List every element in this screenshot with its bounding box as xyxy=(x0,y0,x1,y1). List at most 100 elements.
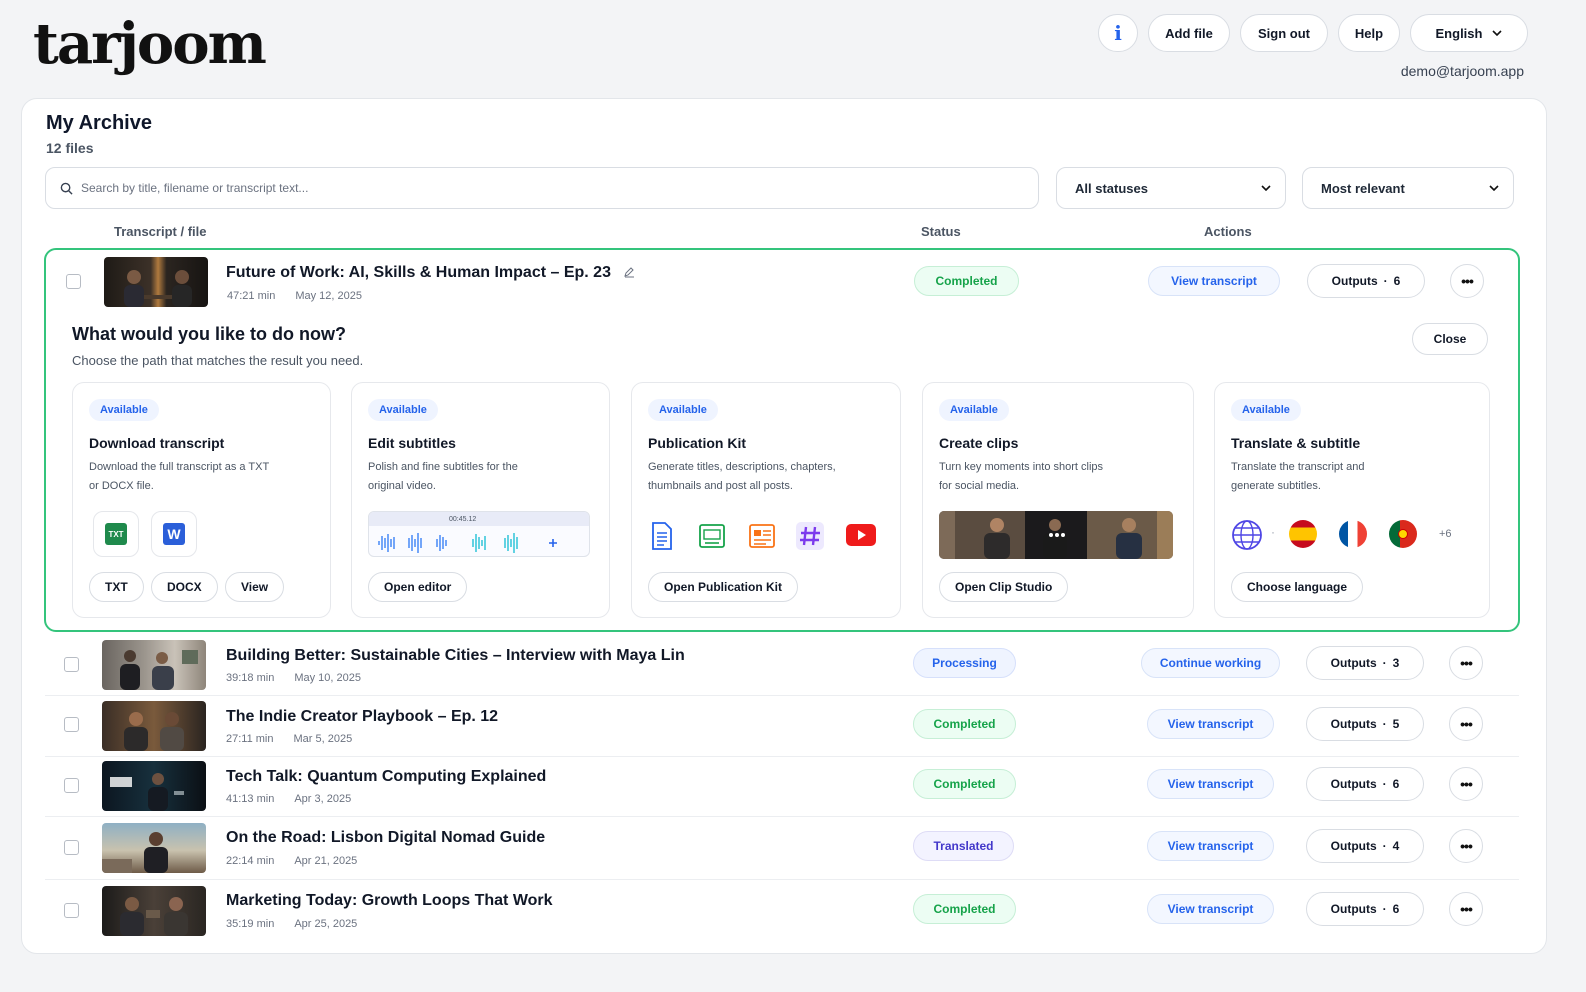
row-title[interactable]: On the Road: Lisbon Digital Nomad Guide xyxy=(226,829,545,847)
edit-pencil-icon[interactable] xyxy=(623,266,635,278)
globe-icon xyxy=(1232,520,1262,550)
download-txt-button[interactable]: TXT xyxy=(89,572,144,602)
row-title[interactable]: Marketing Today: Growth Loops That Work xyxy=(226,892,553,910)
video-thumbnail[interactable] xyxy=(102,823,206,873)
row-checkbox[interactable] xyxy=(64,903,79,918)
availability-badge: Available xyxy=(368,399,438,421)
row-duration: 27:11 min xyxy=(226,733,274,745)
view-transcript-option-button[interactable]: View xyxy=(225,572,285,602)
open-editor-button[interactable]: Open editor xyxy=(368,572,468,602)
outputs-button[interactable]: Outputs · 4 xyxy=(1306,829,1424,863)
row-checkbox[interactable] xyxy=(64,840,79,855)
outputs-button[interactable]: Outputs · 6 xyxy=(1307,264,1425,298)
chevron-down-icon xyxy=(1492,30,1503,36)
option-title: Edit subtitles xyxy=(368,435,456,451)
row-date: May 12, 2025 xyxy=(295,290,362,302)
choose-language-button[interactable]: Choose language xyxy=(1231,572,1364,602)
row-meta: 47:21 min May 12, 2025 xyxy=(227,290,362,302)
status-badge: Completed xyxy=(913,769,1016,799)
more-options-button[interactable]: ••• xyxy=(1449,707,1483,741)
archive-card: My Archive 12 files All statuses Most re… xyxy=(21,98,1547,954)
outputs-button[interactable]: Outputs · 5 xyxy=(1306,707,1424,741)
row-title[interactable]: Tech Talk: Quantum Computing Explained xyxy=(226,768,546,786)
view-transcript-button[interactable]: View transcript xyxy=(1147,769,1274,799)
view-transcript-button[interactable]: View transcript xyxy=(1147,894,1274,924)
user-email: demo@tarjoom.app xyxy=(1400,63,1524,79)
outputs-label: Outputs xyxy=(1330,656,1377,670)
open-publication-kit-button[interactable]: Open Publication Kit xyxy=(648,572,799,602)
row-meta: 22:14 min Apr 21, 2025 xyxy=(226,855,357,867)
video-thumbnail[interactable] xyxy=(102,701,206,751)
availability-badge: Available xyxy=(1231,399,1301,421)
search-icon xyxy=(60,182,73,195)
availability-badge: Available xyxy=(939,399,1009,421)
outputs-count: 4 xyxy=(1392,839,1400,853)
top-bar: i Add file Sign out Help English xyxy=(1098,14,1528,52)
close-panel-button[interactable]: Close xyxy=(1412,323,1488,355)
hashtag-icon xyxy=(796,522,824,550)
more-options-button[interactable]: ••• xyxy=(1449,829,1483,863)
video-thumbnail[interactable] xyxy=(102,640,206,690)
view-transcript-button[interactable]: View transcript xyxy=(1147,709,1274,739)
video-thumbnail[interactable] xyxy=(102,886,206,936)
outputs-button[interactable]: Outputs · 6 xyxy=(1306,892,1424,926)
sign-out-button[interactable]: Sign out xyxy=(1240,14,1328,52)
sort-select[interactable]: Most relevant xyxy=(1302,167,1514,209)
availability-badge: Available xyxy=(89,399,159,421)
video-thumbnail[interactable] xyxy=(102,761,206,811)
outputs-button[interactable]: Outputs · 3 xyxy=(1306,646,1424,680)
status-badge: Translated xyxy=(913,831,1014,861)
row-title[interactable]: Future of Work: AI, Skills & Human Impac… xyxy=(226,264,611,282)
status-badge: Completed xyxy=(914,266,1019,296)
option-download-transcript: Available Download transcript Download t… xyxy=(72,382,331,618)
row-title[interactable]: The Indie Creator Playbook – Ep. 12 xyxy=(226,708,498,726)
row-checkbox[interactable] xyxy=(64,657,79,672)
view-transcript-button[interactable]: View transcript xyxy=(1148,266,1280,296)
search-input[interactable] xyxy=(81,181,981,195)
add-file-button[interactable]: Add file xyxy=(1148,14,1230,52)
separator-dot: · xyxy=(1382,656,1387,670)
outputs-count: 5 xyxy=(1392,717,1400,731)
row-meta: 27:11 min Mar 5, 2025 xyxy=(226,733,352,745)
more-options-button[interactable]: ••• xyxy=(1449,767,1483,801)
search-box[interactable] xyxy=(45,167,1039,209)
table-row: Tech Talk: Quantum Computing Explained 4… xyxy=(45,758,1519,814)
status-filter-label: All statuses xyxy=(1075,180,1148,196)
more-options-button[interactable]: ••• xyxy=(1449,646,1483,680)
row-checkbox[interactable] xyxy=(64,778,79,793)
video-thumbnail[interactable] xyxy=(104,257,208,307)
outputs-label: Outputs xyxy=(1330,839,1377,853)
more-languages-count[interactable]: +6 xyxy=(1439,528,1452,540)
info-button[interactable]: i xyxy=(1098,14,1138,52)
status-filter-select[interactable]: All statuses xyxy=(1056,167,1286,209)
option-edit-subtitles: Available Edit subtitles Polish and fine… xyxy=(351,382,610,618)
continue-working-button[interactable]: Continue working xyxy=(1141,648,1280,678)
row-checkbox[interactable] xyxy=(66,274,81,289)
help-button[interactable]: Help xyxy=(1338,14,1400,52)
more-options-button[interactable]: ••• xyxy=(1449,892,1483,926)
row-duration: 39:18 min xyxy=(226,672,275,684)
spain-flag-icon xyxy=(1289,520,1317,548)
tarjoom-logo[interactable]: tarjoom xyxy=(33,8,267,80)
option-publication-kit: Available Publication Kit Generate title… xyxy=(631,382,901,618)
row-meta: 39:18 min May 10, 2025 xyxy=(226,672,361,684)
waveform-icon xyxy=(378,533,557,553)
open-clip-studio-button[interactable]: Open Clip Studio xyxy=(939,572,1069,602)
option-description: Turn key moments into short clips for soc… xyxy=(939,461,1104,492)
outputs-button[interactable]: Outputs · 6 xyxy=(1306,767,1424,801)
france-flag-icon xyxy=(1339,520,1367,548)
download-docx-button[interactable]: DOCX xyxy=(151,572,218,602)
view-transcript-button[interactable]: View transcript xyxy=(1147,831,1274,861)
language-select[interactable]: English xyxy=(1410,14,1528,52)
availability-badge: Available xyxy=(648,399,718,421)
row-divider xyxy=(45,816,1519,817)
outputs-label: Outputs xyxy=(1330,902,1377,916)
row-title[interactable]: Building Better: Sustainable Cities – In… xyxy=(226,647,685,665)
status-badge: Processing xyxy=(913,648,1016,678)
outputs-label: Outputs xyxy=(1331,274,1378,288)
more-options-button[interactable]: ••• xyxy=(1450,264,1484,298)
outputs-label: Outputs xyxy=(1330,717,1377,731)
row-checkbox[interactable] xyxy=(64,717,79,732)
column-header-actions: Actions xyxy=(1204,224,1252,239)
option-title: Publication Kit xyxy=(648,435,746,451)
